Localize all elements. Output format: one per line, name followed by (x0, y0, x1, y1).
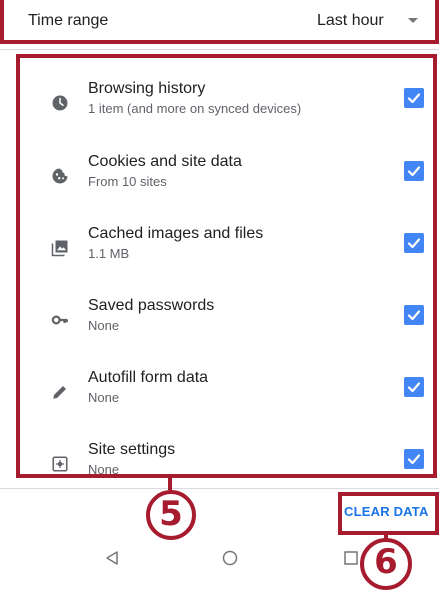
home-icon[interactable] (222, 550, 238, 566)
annotation-badge-5: 5 (146, 490, 196, 540)
divider (0, 49, 439, 50)
back-icon[interactable] (104, 550, 120, 566)
annotation-connector (168, 476, 172, 490)
annotation-box-list (16, 54, 437, 478)
annotation-badge-6: 6 (360, 538, 412, 590)
recents-icon[interactable] (344, 551, 358, 565)
annotation-box-time-range (0, 0, 439, 44)
clear-data-button[interactable]: CLEAR DATA (344, 504, 429, 519)
divider (0, 488, 439, 489)
